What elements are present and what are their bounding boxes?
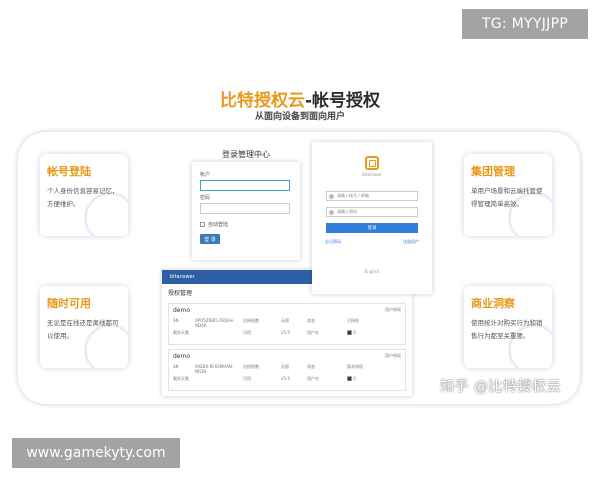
feature-desc: 单用户场景和云端托管使得管理简单高效。 [471,187,543,208]
cell: V1.0 [281,330,291,335]
row-action-link[interactable]: 用户授权 [385,307,401,313]
cell: RAEB0-RF6SMHAN-NFDB [195,364,234,374]
user-icon [329,193,334,199]
sso-links: 忘记密码 注册用户 [325,239,419,245]
cell: 剩余天数 [173,330,189,335]
row-name: demo [173,307,191,314]
password-input[interactable] [200,203,290,214]
sso-login-button[interactable]: 登录 [326,223,418,233]
cell: 版本授权 [347,364,363,369]
sso-username-placeholder: 请输入帐号 / 邮箱 [337,193,369,198]
login-card: 帐户 密码 自动登陆 登 录 [192,162,300,260]
account-label: 帐户 [200,172,211,178]
account-input[interactable] [200,180,290,191]
cell: 可用 [243,330,251,335]
hero-title-brand: 比特授权云 [219,91,305,111]
remember-label: 自动登陆 [208,222,229,228]
admin-logo: bitanswer [170,274,195,280]
row-details: SN RAEB0-RF6SMHAN-NFDB 总授权数 无限 状态 版本授权 剩… [173,364,401,382]
cell: ⬛ 0 [347,330,356,335]
cell: 状态 [307,364,315,369]
row-name: demo [173,353,191,360]
cell: 已授权 [347,318,359,323]
lock-icon [329,209,334,215]
feature-title: 集团管理 [471,165,515,178]
feature-title: 随时可用 [47,297,91,310]
feature-desc: 无论是在线还是离线都可以使用。 [47,319,119,340]
cell [195,376,243,382]
telegram-badge: TG: MYYJJPP [462,9,588,39]
hero-title: 比特授权云-帐号授权 [0,86,600,111]
remember-row[interactable]: 自动登陆 [200,221,292,228]
cell: ⬛ 0 [347,376,356,381]
cell: SN [173,364,179,369]
feature-card-availability: 随时可用 无论是在线还是离线都可以使用。 [40,286,128,368]
login-heading: 登录管理中心 [222,150,270,159]
cell: XPO5ZRBFL7BQEH-NDAR [195,318,235,328]
feature-card-group: 集团管理 单用户场景和云端托管使得管理简单高效。 [464,154,552,236]
feature-card-account: 帐号登陆 个人身份信息容易记忆，方便维护。 [40,154,128,236]
hero-subtitle: 从面向设备到面向用户 [254,112,345,122]
register-link[interactable]: 注册用户 [403,239,419,245]
row-details: SN XPO5ZRBFL7BQEH-NDAR 总授权数 无限 状态 已授权 剩余… [173,318,401,336]
cell: 可用 [243,376,251,381]
sso-password-placeholder: 请输入密码 [337,209,357,214]
zhihu-watermark: 知乎 @比特授权云 [440,379,561,395]
table-row[interactable]: demo 用户授权 SN XPO5ZRBFL7BQEH-NDAR 总授权数 无限… [168,303,406,345]
sso-password-input[interactable]: 请输入密码 [326,207,418,217]
cell [195,330,243,336]
sso-brand: Bitanswer [362,172,382,177]
cell: 总授权数 [243,364,259,369]
feature-desc: 使用统计对购买行为和销售行为都至关重要。 [471,319,543,340]
hero-title-suffix: -帐号授权 [304,91,381,111]
cell: V1.0 [281,376,291,381]
row-action-link[interactable]: 用户授权 [385,353,401,359]
sso-login-card: Bitanswer 请输入帐号 / 邮箱 请输入密码 登录 忘记密码 注册用户 … [312,142,432,294]
feature-title: 帐号登陆 [47,165,91,178]
login-button[interactable]: 登 录 [200,234,220,244]
cell: 总授权数 [243,318,259,323]
cell: 状态 [307,318,315,323]
feature-desc: 个人身份信息容易记忆，方便维护。 [47,187,119,208]
cell: 无限 [281,364,289,369]
cell: 用户名 [307,330,319,335]
cell: SN [173,318,179,323]
bitanswer-logo-icon [365,156,379,170]
forgot-password-link[interactable]: 忘记密码 [325,239,341,245]
table-row[interactable]: demo 用户授权 SN RAEB0-RF6SMHAN-NFDB 总授权数 无限… [168,349,406,391]
cell: 无限 [281,318,289,323]
language-switch[interactable]: English [322,269,422,274]
cell: 剩余天数 [173,376,189,381]
cell: 用户名 [307,376,319,381]
site-badge: www.gamekyty.com [12,438,180,468]
feature-card-insight: 商业洞察 使用统计对购买行为和销售行为都至关重要。 [464,286,552,368]
sso-username-input[interactable]: 请输入帐号 / 邮箱 [326,191,418,201]
feature-title: 商业洞察 [471,297,515,310]
password-label: 密码 [200,195,211,201]
remember-checkbox[interactable] [200,222,205,227]
